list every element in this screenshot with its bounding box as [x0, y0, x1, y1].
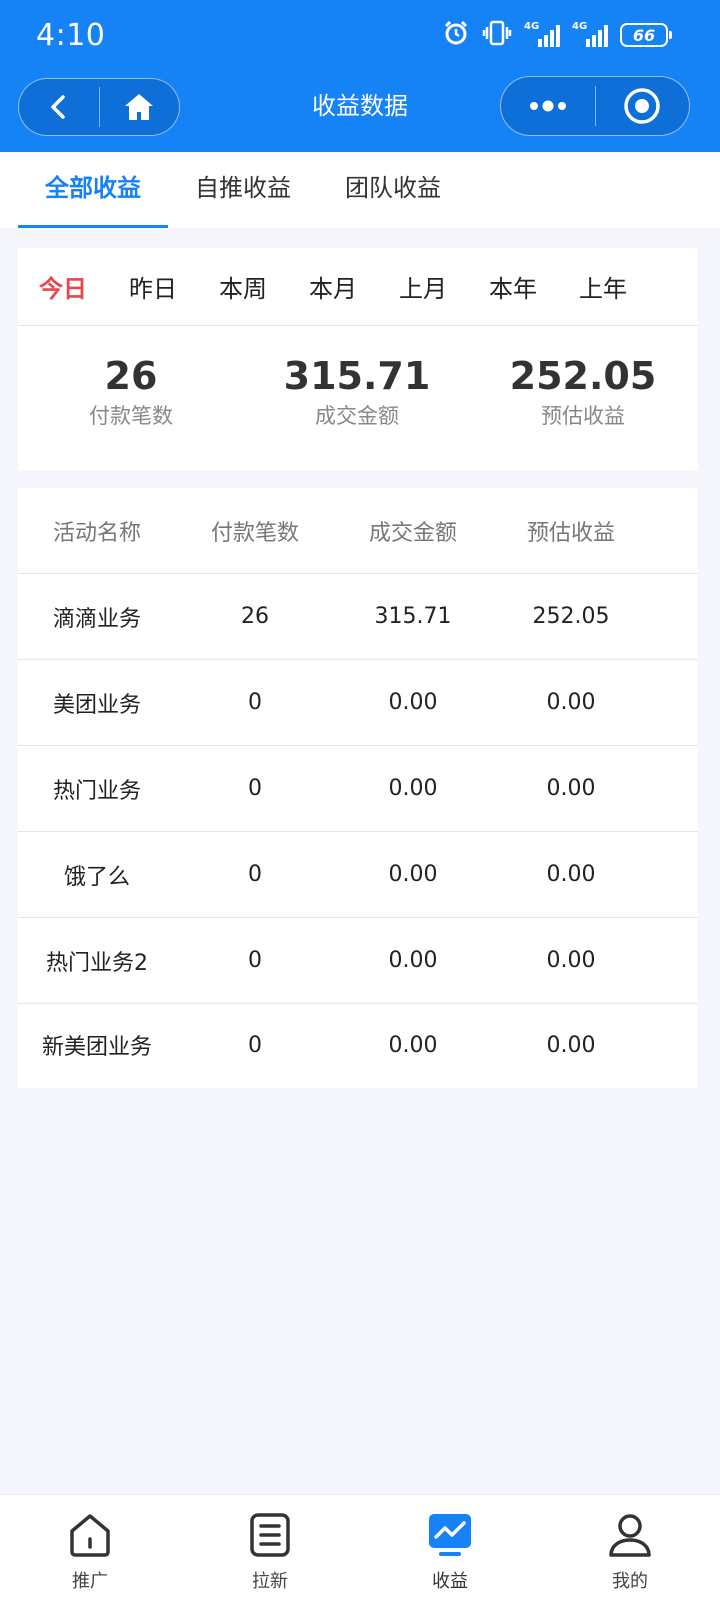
nav-capsule-right [500, 76, 690, 136]
tab-all-earnings[interactable]: 全部收益 [18, 152, 168, 228]
tab-self-earnings[interactable]: 自推收益 [168, 152, 318, 228]
table-header: 活动名称 付款笔数 成交金额 预估收益 [18, 488, 698, 574]
table-row: 热门业务 0 0.00 0.00 [18, 746, 698, 832]
payment-count: 0 [248, 1032, 262, 1058]
activity-table: 活动名称 付款笔数 成交金额 预估收益 滴滴业务 26 315.71 252.0… [18, 488, 698, 1088]
stat-payment-count: 26 付款笔数 [18, 354, 244, 430]
transaction-amount: 0.00 [388, 948, 438, 973]
payment-count: 26 [241, 604, 269, 629]
table-row: 饿了么 0 0.00 0.00 [18, 832, 698, 918]
table-row: 美团业务 0 0.00 0.00 [18, 660, 698, 746]
stat-estimated-earnings: 252.05 预估收益 [470, 354, 696, 430]
status-icons: 4G 4G 66 [442, 19, 672, 51]
signal-icon-2: 4G [572, 21, 608, 47]
tab-team-earnings[interactable]: 团队收益 [318, 152, 468, 228]
column-header: 付款笔数 [210, 520, 299, 546]
nav-item-recruit[interactable]: 拉新 [180, 1495, 360, 1600]
estimated-earnings: 252.05 [532, 604, 610, 629]
activity-name: 热门业务2 [46, 950, 148, 976]
stat-value: 315.71 [283, 354, 431, 398]
table-row: 滴滴业务 26 315.71 252.05 [18, 574, 698, 660]
stat-label: 成交金额 [315, 404, 399, 428]
payment-count: 0 [248, 776, 262, 801]
signal-icon: 4G [524, 21, 560, 47]
payment-count: 0 [248, 690, 262, 715]
target-icon [624, 88, 660, 124]
close-miniprogram-button[interactable] [596, 77, 690, 135]
period-today[interactable]: 今日 [18, 269, 108, 304]
transaction-amount: 315.71 [374, 604, 452, 629]
stat-label: 预估收益 [541, 404, 625, 428]
status-time: 4:10 [36, 18, 106, 53]
stat-value: 26 [104, 354, 158, 398]
period-last-month[interactable]: 上月 [378, 269, 468, 304]
estimated-earnings: 0.00 [546, 690, 596, 715]
list-icon [246, 1511, 294, 1559]
summary-card: 今日 昨日 本周 本月 上月 本年 上年 26 付款笔数 315.71 成交金额… [18, 248, 698, 470]
activity-name: 饿了么 [63, 864, 130, 890]
nav-label: 我的 [612, 1571, 648, 1592]
summary-stats: 26 付款笔数 315.71 成交金额 252.05 预估收益 [18, 326, 698, 430]
period-this-year[interactable]: 本年 [468, 269, 558, 304]
stat-label: 付款笔数 [89, 404, 173, 428]
bottom-nav: 推广 拉新 收益 我的 [0, 1494, 720, 1600]
period-yesterday[interactable]: 昨日 [108, 269, 198, 304]
top-bar: 4:10 4G 4G 66 收益数据 [0, 0, 720, 152]
transaction-amount: 0.00 [388, 1032, 438, 1058]
nav-item-earnings[interactable]: 收益 [360, 1495, 540, 1600]
activity-name: 美团业务 [52, 692, 141, 718]
chart-icon [426, 1511, 474, 1559]
user-icon [606, 1511, 654, 1559]
estimated-earnings: 0.00 [546, 1032, 596, 1058]
column-header: 预估收益 [526, 520, 615, 546]
table-row: 热门业务2 0 0.00 0.00 [18, 918, 698, 1004]
vibrate-icon [482, 19, 512, 51]
transaction-amount: 0.00 [388, 776, 438, 801]
period-last-year[interactable]: 上年 [558, 269, 648, 304]
earnings-tabs: 全部收益 自推收益 团队收益 [0, 152, 720, 228]
more-button[interactable] [501, 77, 595, 135]
table-row: 新美团业务 0 0.00 0.00 [18, 1004, 698, 1086]
payment-count: 0 [248, 862, 262, 887]
nav-label: 拉新 [252, 1571, 288, 1592]
nav-item-promote[interactable]: 推广 [0, 1495, 180, 1600]
payment-count: 0 [248, 948, 262, 973]
activity-name: 热门业务 [52, 778, 141, 804]
stat-transaction-amount: 315.71 成交金额 [244, 354, 470, 430]
column-header: 活动名称 [52, 520, 141, 546]
estimated-earnings: 0.00 [546, 776, 596, 801]
estimated-earnings: 0.00 [546, 948, 596, 973]
period-selector: 今日 昨日 本周 本月 上月 本年 上年 [18, 248, 698, 326]
nav-item-mine[interactable]: 我的 [540, 1495, 720, 1600]
period-this-month[interactable]: 本月 [288, 269, 378, 304]
column-header: 成交金额 [368, 520, 457, 546]
alarm-icon [442, 19, 470, 51]
more-dots-icon [529, 100, 566, 112]
nav-label: 推广 [72, 1571, 108, 1592]
period-this-week[interactable]: 本周 [198, 269, 288, 304]
home-icon [66, 1511, 114, 1559]
nav-label: 收益 [432, 1571, 468, 1592]
battery-icon: 66 [620, 23, 672, 47]
transaction-amount: 0.00 [388, 862, 438, 887]
stat-value: 252.05 [509, 354, 657, 398]
estimated-earnings: 0.00 [546, 862, 596, 887]
transaction-amount: 0.00 [388, 690, 438, 715]
activity-name: 新美团业务 [41, 1035, 152, 1060]
activity-name: 滴滴业务 [52, 606, 141, 632]
